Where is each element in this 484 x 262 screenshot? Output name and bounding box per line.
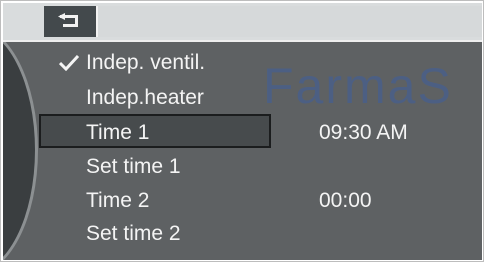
title-area bbox=[98, 6, 482, 37]
menu-item-value: 00:00 bbox=[319, 189, 372, 212]
screen-frame: FarmaS Indep. ventil. Indep.heater Time … bbox=[0, 0, 484, 262]
menu-item-value: 09:30 AM bbox=[319, 121, 408, 144]
menu-item-label: Set time 2 bbox=[86, 222, 181, 245]
menu-item-label: Set time 1 bbox=[86, 155, 181, 178]
checkmark-icon bbox=[59, 55, 79, 71]
back-button[interactable] bbox=[44, 6, 98, 37]
menu-item-label: Indep.heater bbox=[86, 86, 204, 109]
menu-item-set-time-1[interactable]: Set time 1 bbox=[39, 152, 479, 182]
controller-knob bbox=[3, 25, 38, 260]
menu-item-set-time-2[interactable]: Set time 2 bbox=[39, 219, 479, 249]
menu-item-label: Time 2 bbox=[86, 189, 150, 212]
menu-item-time-1[interactable]: Time 1 09:30 AM bbox=[39, 118, 479, 148]
back-arrow-icon bbox=[58, 13, 78, 27]
top-bar bbox=[3, 3, 482, 42]
menu-item-time-2[interactable]: Time 2 00:00 bbox=[39, 186, 479, 216]
display-screen: FarmaS Indep. ventil. Indep.heater Time … bbox=[3, 3, 482, 260]
menu-item-indep-heater[interactable]: Indep.heater bbox=[39, 83, 479, 113]
menu-item-indep-ventil[interactable]: Indep. ventil. bbox=[39, 48, 479, 78]
menu-item-label: Indep. ventil. bbox=[86, 51, 206, 74]
menu-item-label: Time 1 bbox=[86, 121, 150, 144]
